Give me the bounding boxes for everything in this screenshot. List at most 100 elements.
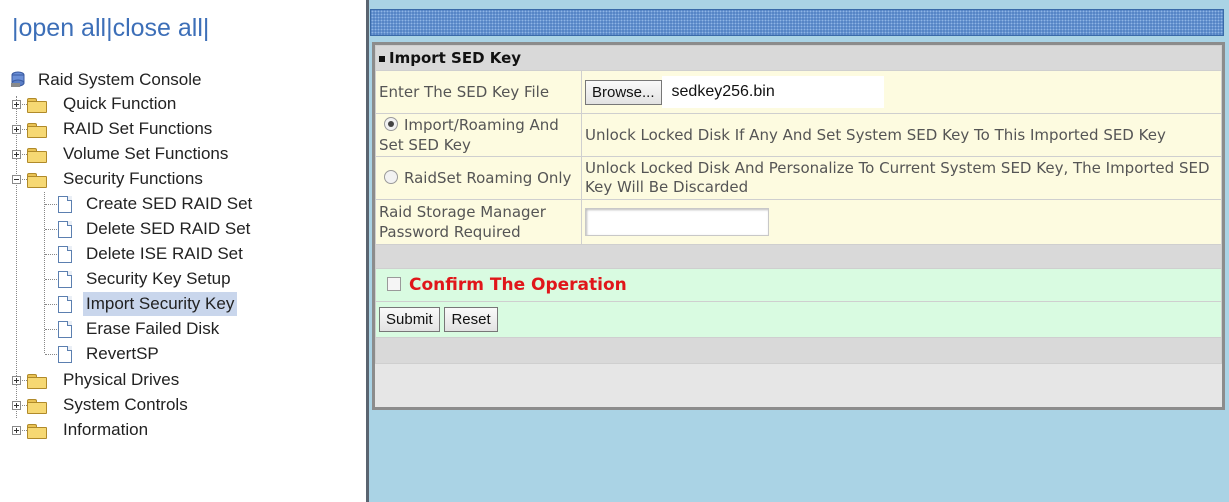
spacer-row	[375, 244, 1222, 269]
tree-item-information[interactable]: Information	[0, 418, 151, 442]
tree-item-label: Delete ISE RAID Set	[86, 244, 243, 263]
collapse-icon[interactable]	[12, 175, 21, 184]
password-row: Raid Storage Manager Password Required	[375, 199, 1222, 245]
tree-item-label: Information	[63, 420, 149, 439]
actions-cell: Submit Reset	[375, 301, 1222, 338]
tree-item-quick-function[interactable]: Quick Function	[0, 92, 179, 116]
tree-item-label: Quick Function	[63, 94, 177, 113]
import-roaming-radio[interactable]	[384, 117, 398, 131]
tree-item-security-key-setup[interactable]: Security Key Setup	[0, 267, 234, 291]
tree-item-label: RevertSP	[86, 344, 159, 363]
tree-item-delete-ise-raid-set[interactable]: Delete ISE RAID Set	[0, 242, 246, 266]
content-area: Import SED Key Enter The SED Key File Br…	[369, 0, 1229, 502]
page-icon	[58, 271, 72, 288]
tree-item-label: Volume Set Functions	[63, 144, 229, 163]
folder-icon	[27, 123, 47, 138]
tree-item-label: Create SED RAID Set	[86, 194, 253, 213]
form-header-row: Import SED Key	[375, 45, 1222, 71]
tree-connector	[45, 254, 57, 255]
tree-item-label: Security Functions	[63, 169, 203, 188]
tree-item-physical-drives[interactable]: Physical Drives	[0, 368, 182, 392]
console-icon	[11, 71, 25, 87]
tree-item-revertsp[interactable]: RevertSP	[0, 342, 162, 366]
form-title: Import SED Key	[375, 45, 1222, 71]
actions-row: Submit Reset	[375, 301, 1222, 338]
tree-root[interactable]: Raid System Console	[10, 68, 204, 92]
selected-file-name: sedkey256.bin	[661, 76, 884, 108]
reset-button[interactable]: Reset	[444, 307, 498, 332]
page-icon	[58, 196, 72, 213]
open-folder-icon	[27, 173, 47, 188]
raidset-roaming-option[interactable]: RaidSet Roaming Only	[375, 156, 582, 200]
key-file-row: Enter The SED Key File Browse... sedkey25…	[375, 70, 1222, 114]
folder-icon	[27, 399, 47, 414]
tree-item-delete-sed-raid-set[interactable]: Delete SED RAID Set	[0, 217, 253, 241]
folder-icon	[27, 424, 47, 439]
confirm-checkbox[interactable]	[387, 277, 401, 291]
tree-item-label: Erase Failed Disk	[86, 319, 220, 338]
submit-button[interactable]: Submit	[379, 307, 440, 332]
tree-connector	[45, 304, 57, 305]
header-banner	[370, 9, 1224, 36]
footer-cell	[375, 337, 1222, 364]
bullet-icon	[379, 56, 385, 62]
tree-connector	[45, 354, 57, 355]
import-roaming-row: Import/Roaming And Set SED Key Unlock Lo…	[375, 113, 1222, 157]
page-icon	[58, 246, 72, 263]
tree-item-label: Physical Drives	[63, 370, 180, 389]
confirm-row: Confirm The Operation	[375, 268, 1222, 302]
tree-item-label: System Controls	[63, 395, 188, 414]
page-icon	[58, 221, 72, 238]
spacer-cell	[375, 244, 1222, 269]
expand-icon[interactable]	[12, 376, 21, 385]
import-roaming-option[interactable]: Import/Roaming And Set SED Key	[375, 113, 582, 157]
import-roaming-description: Unlock Locked Disk If Any And Set System…	[581, 113, 1222, 157]
expand-icon[interactable]	[12, 150, 21, 159]
raidset-roaming-row: RaidSet Roaming Only Unlock Locked Disk …	[375, 156, 1222, 200]
page-icon	[58, 346, 72, 363]
footer-row	[375, 337, 1222, 364]
tree-item-label: Delete SED RAID Set	[86, 219, 251, 238]
open-close-links: |open all|close all|	[12, 14, 209, 43]
tree-item-label: RAID Set Functions	[63, 119, 213, 138]
expand-icon[interactable]	[12, 401, 21, 410]
tree-root-label: Raid System Console	[38, 70, 202, 89]
browse-button[interactable]: Browse...	[585, 79, 662, 105]
tree-connector	[45, 279, 57, 280]
confirm-cell[interactable]: Confirm The Operation	[375, 268, 1222, 302]
password-label: Raid Storage Manager Password Required	[375, 199, 582, 245]
key-file-label: Enter The SED Key File	[375, 70, 582, 114]
tree-connector	[45, 204, 57, 205]
form-title-text: Import SED Key	[389, 49, 522, 67]
tree-item-erase-failed-disk[interactable]: Erase Failed Disk	[0, 317, 222, 341]
close-all-link[interactable]: close all	[113, 14, 203, 42]
folder-icon	[27, 148, 47, 163]
key-file-cell: Browse... sedkey256.bin	[581, 70, 1222, 114]
import-roaming-label: Import/Roaming And Set SED Key	[379, 116, 559, 154]
raidset-roaming-label: RaidSet Roaming Only	[404, 169, 572, 187]
folder-icon	[27, 374, 47, 389]
folder-icon	[27, 98, 47, 113]
tree-connector	[45, 229, 57, 230]
raidset-roaming-description: Unlock Locked Disk And Personalize To Cu…	[581, 156, 1222, 200]
page-icon	[58, 321, 72, 338]
expand-icon[interactable]	[12, 100, 21, 109]
raidset-roaming-radio[interactable]	[384, 170, 398, 184]
sidebar: |open all|close all| Raid System Console…	[0, 0, 366, 502]
password-cell	[581, 199, 1222, 245]
tree-item-import-security-key[interactable]: Import Security Key	[0, 292, 238, 316]
tree-item-security-functions[interactable]: Security Functions	[0, 167, 206, 191]
confirm-label: Confirm The Operation	[409, 275, 627, 295]
tree-connector	[45, 329, 57, 330]
expand-icon[interactable]	[12, 426, 21, 435]
password-input[interactable]	[585, 208, 769, 236]
tree-item-raid-set-functions[interactable]: RAID Set Functions	[0, 117, 215, 141]
tree-item-label: Security Key Setup	[86, 269, 231, 288]
tree-item-create-sed-raid-set[interactable]: Create SED RAID Set	[0, 192, 255, 216]
open-all-link[interactable]: open all	[19, 14, 107, 42]
tree-item-system-controls[interactable]: System Controls	[0, 393, 191, 417]
tree-item-label: Import Security Key	[83, 292, 238, 316]
expand-icon[interactable]	[12, 125, 21, 134]
import-sed-key-panel: Import SED Key Enter The SED Key File Br…	[372, 42, 1225, 410]
tree-item-volume-set-functions[interactable]: Volume Set Functions	[0, 142, 231, 166]
